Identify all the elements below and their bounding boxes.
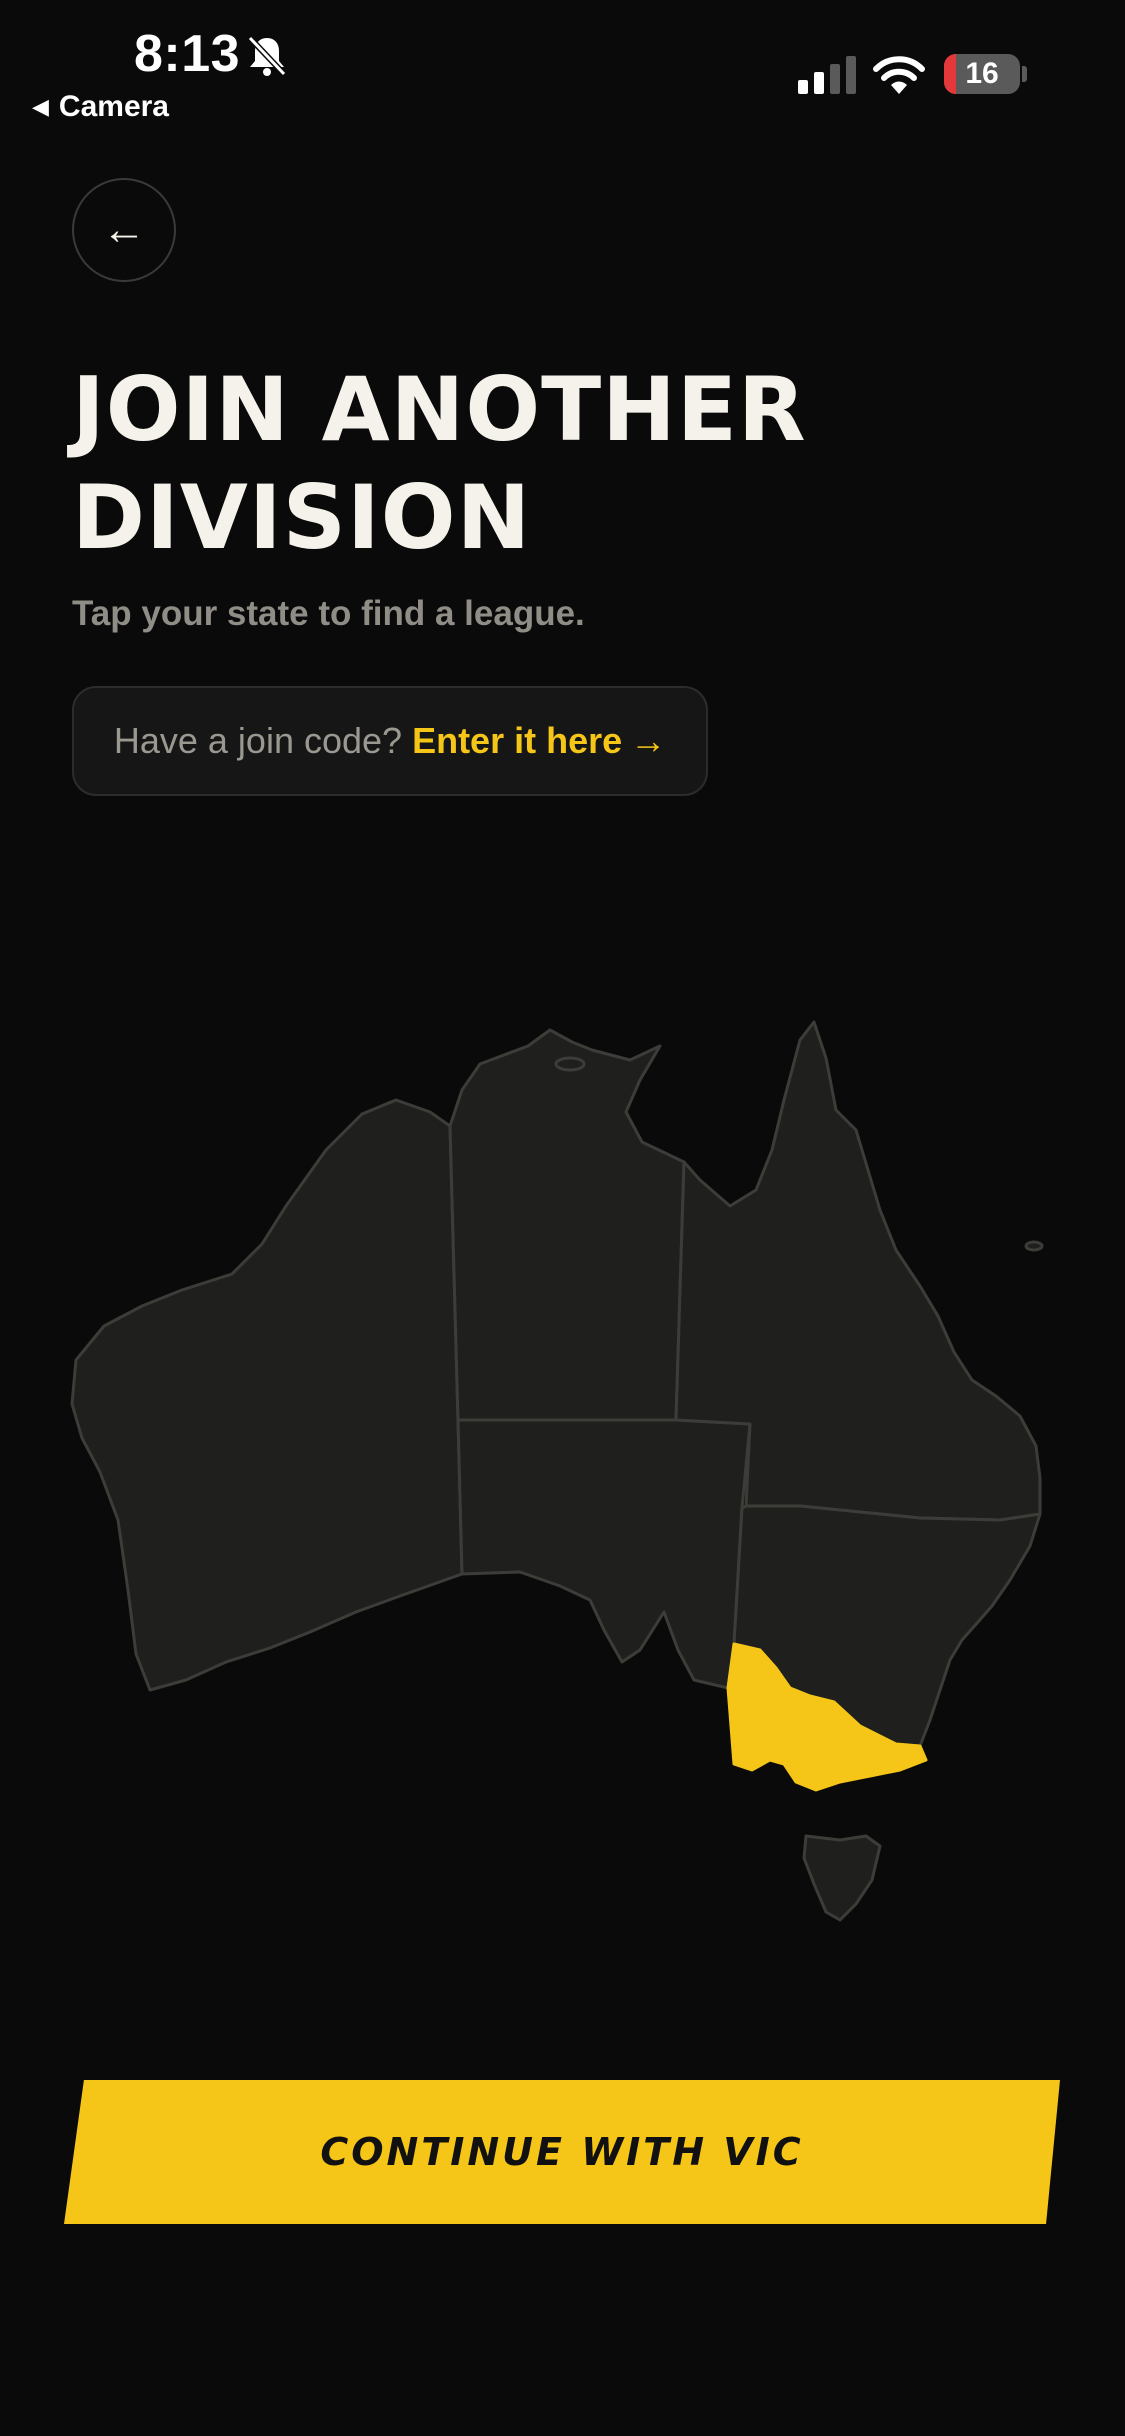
back-button[interactable]: ← [72,178,176,282]
status-time: 8:13 [134,25,241,83]
battery-tip [1022,66,1027,82]
page-subtitle: Tap your state to find a league. [72,594,585,633]
australia-map [70,1020,1044,1922]
back-app-label: Camera [58,90,169,123]
arrow-right-icon: → [630,720,667,761]
battery-icon: 16 [944,54,1020,94]
island-melville [554,1056,586,1072]
back-to-camera-link[interactable]: ◀ Camera [32,90,169,124]
state-nt[interactable] [448,1028,686,1422]
bell-slash-icon [247,35,287,77]
wifi-icon [873,56,925,94]
back-triangle-icon: ◀ [32,94,49,119]
state-sa[interactable] [456,1418,752,1690]
join-code-banner[interactable]: Have a join code? Enter it here → [72,686,708,796]
state-tas[interactable] [802,1834,882,1922]
island-norfolk [1024,1240,1044,1252]
continue-button[interactable]: CONTINUE WITH VIC [64,2080,1060,2224]
state-wa[interactable] [70,1098,464,1692]
join-code-question: Have a join code? [113,720,403,761]
signal-icon [798,56,856,94]
page-title: JOIN ANOTHER DIVISION [72,358,807,569]
enter-code-link[interactable]: Enter it here [412,720,622,762]
back-arrow-icon: ← [102,205,146,254]
battery-level: 16 [965,57,999,90]
